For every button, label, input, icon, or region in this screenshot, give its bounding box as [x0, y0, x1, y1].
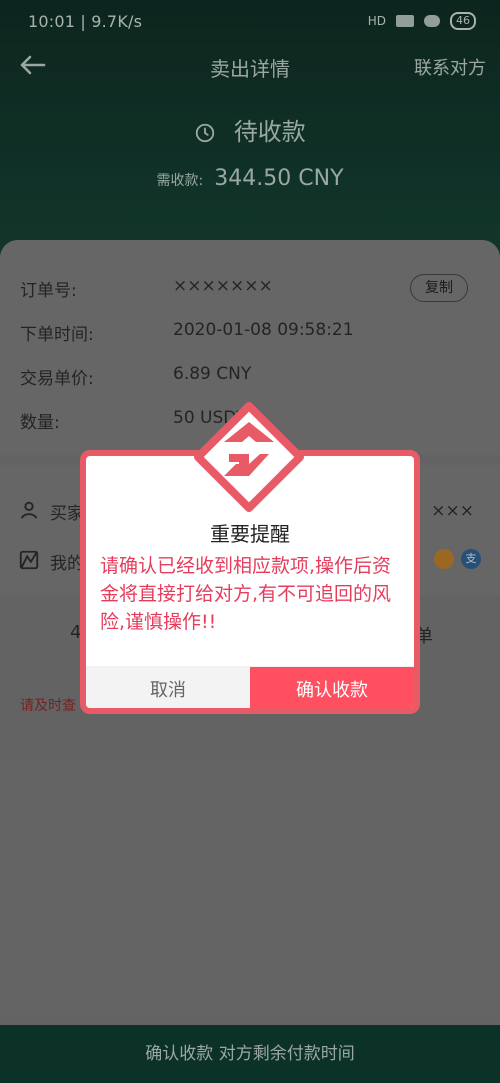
app-page: 10:01 | 9.7K/s HD 46 卖出详情 联系对方 待收款 需收款: … [0, 0, 500, 1083]
app-logo-icon [194, 402, 304, 512]
confirm-receipt-button[interactable]: 确认收款 [250, 667, 414, 708]
modal-title: 重要提醒 [210, 522, 290, 546]
cancel-button[interactable]: 取消 [86, 667, 250, 708]
modal-body: 请确认已经收到相应款项,操作后资金将直接打给对方,有不可追回的风险,谨慎操作!! [100, 555, 392, 633]
modal-actions: 取消 确认收款 [86, 666, 414, 708]
